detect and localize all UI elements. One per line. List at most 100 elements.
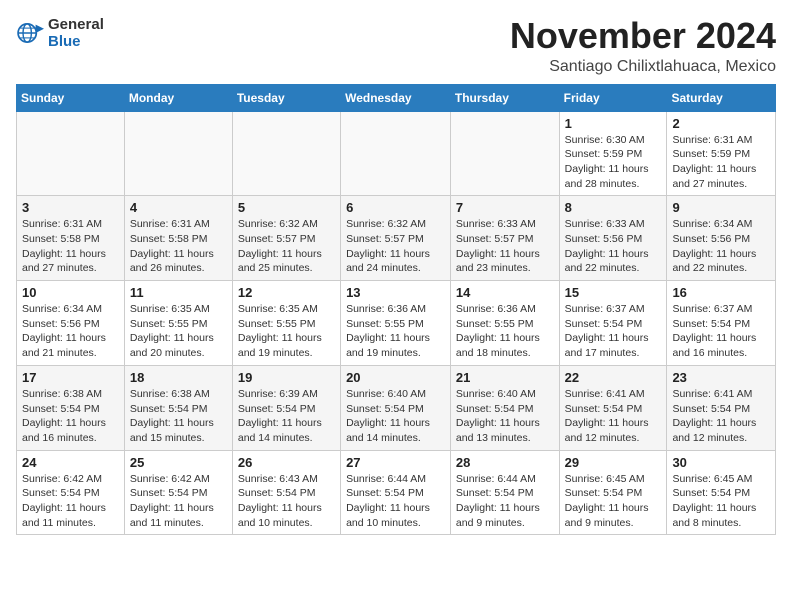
day-number: 3 (22, 200, 119, 215)
calendar-cell: 23 Sunrise: 6:41 AMSunset: 5:54 PMDayligh… (667, 365, 776, 450)
calendar-cell: 13 Sunrise: 6:36 AMSunset: 5:55 PMDayligh… (341, 281, 451, 366)
weekday-header-saturday: Saturday (667, 84, 776, 111)
calendar-week-3: 10Sunrise: 6:34 AMSunset: 5:56 PMDayligh… (17, 281, 776, 366)
day-number: 5 (238, 200, 335, 215)
logo: General Blue (16, 16, 104, 50)
calendar-cell: 22Sunrise: 6:41 AMSunset: 5:54 PMDayligh… (559, 365, 667, 450)
weekday-header-thursday: Thursday (450, 84, 559, 111)
day-info: Sunrise: 6:34 AMSunset: 5:56 PMDaylight:… (672, 217, 770, 276)
weekday-header-tuesday: Tuesday (232, 84, 340, 111)
day-number: 27 (346, 455, 445, 470)
day-number: 11 (130, 285, 227, 300)
logo-icon (16, 19, 44, 47)
day-info: Sunrise: 6:41 AMSunset: 5:54 PMDaylight:… (672, 387, 770, 446)
day-info: Sunrise: 6:32 AMSunset: 5:57 PMDaylight:… (346, 217, 445, 276)
day-number: 2 (672, 116, 770, 131)
day-number: 29 (565, 455, 662, 470)
day-info: Sunrise: 6:38 AMSunset: 5:54 PMDaylight:… (22, 387, 119, 446)
day-number: 9 (672, 200, 770, 215)
calendar-cell: 10Sunrise: 6:34 AMSunset: 5:56 PMDayligh… (17, 281, 125, 366)
calendar-cell: 1 Sunrise: 6:30 AMSunset: 5:59 PMDaylight… (559, 111, 667, 196)
day-number: 18 (130, 370, 227, 385)
location-title: Santiago Chilixtlahuaca, Mexico (510, 58, 776, 76)
calendar-cell: 21 Sunrise: 6:40 AMSunset: 5:54 PMDayligh… (450, 365, 559, 450)
calendar-cell: 20Sunrise: 6:40 AMSunset: 5:54 PMDayligh… (341, 365, 451, 450)
day-info: Sunrise: 6:44 AMSunset: 5:54 PMDaylight:… (346, 472, 445, 531)
calendar-cell: 15Sunrise: 6:37 AMSunset: 5:54 PMDayligh… (559, 281, 667, 366)
calendar-header: SundayMondayTuesdayWednesdayThursdayFrid… (17, 84, 776, 111)
day-info: Sunrise: 6:37 AMSunset: 5:54 PMDaylight:… (672, 302, 770, 361)
day-number: 6 (346, 200, 445, 215)
day-info: Sunrise: 6:45 AMSunset: 5:54 PMDaylight:… (565, 472, 662, 531)
logo-general: General (48, 16, 104, 33)
day-info: Sunrise: 6:31 AMSunset: 5:58 PMDaylight:… (22, 217, 119, 276)
day-number: 17 (22, 370, 119, 385)
calendar-cell: 12Sunrise: 6:35 AMSunset: 5:55 PMDayligh… (232, 281, 340, 366)
calendar-cell (124, 111, 232, 196)
calendar-cell: 30Sunrise: 6:45 AMSunset: 5:54 PMDayligh… (667, 450, 776, 535)
calendar-week-2: 3 Sunrise: 6:31 AMSunset: 5:58 PMDaylight… (17, 196, 776, 281)
day-number: 23 (672, 370, 770, 385)
calendar-cell (341, 111, 451, 196)
day-number: 21 (456, 370, 554, 385)
day-info: Sunrise: 6:30 AMSunset: 5:59 PMDaylight:… (565, 133, 662, 192)
day-number: 14 (456, 285, 554, 300)
calendar-cell: 2 Sunrise: 6:31 AMSunset: 5:59 PMDaylight… (667, 111, 776, 196)
calendar-cell: 18Sunrise: 6:38 AMSunset: 5:54 PMDayligh… (124, 365, 232, 450)
page-header: General Blue November 2024 Santiago Chil… (16, 16, 776, 76)
calendar-week-5: 24 Sunrise: 6:42 AMSunset: 5:54 PMDayligh… (17, 450, 776, 535)
day-number: 4 (130, 200, 227, 215)
day-number: 28 (456, 455, 554, 470)
day-info: Sunrise: 6:33 AMSunset: 5:57 PMDaylight:… (456, 217, 554, 276)
weekday-header-wednesday: Wednesday (341, 84, 451, 111)
day-info: Sunrise: 6:44 AMSunset: 5:54 PMDaylight:… (456, 472, 554, 531)
day-number: 24 (22, 455, 119, 470)
calendar-cell: 14 Sunrise: 6:36 AMSunset: 5:55 PMDayligh… (450, 281, 559, 366)
day-info: Sunrise: 6:39 AMSunset: 5:54 PMDaylight:… (238, 387, 335, 446)
logo-blue: Blue (48, 33, 104, 50)
day-info: Sunrise: 6:45 AMSunset: 5:54 PMDaylight:… (672, 472, 770, 531)
day-info: Sunrise: 6:32 AMSunset: 5:57 PMDaylight:… (238, 217, 335, 276)
day-info: Sunrise: 6:40 AMSunset: 5:54 PMDaylight:… (456, 387, 554, 446)
day-info: Sunrise: 6:42 AMSunset: 5:54 PMDaylight:… (22, 472, 119, 531)
calendar-cell: 6 Sunrise: 6:32 AMSunset: 5:57 PMDaylight… (341, 196, 451, 281)
day-number: 1 (565, 116, 662, 131)
calendar-cell: 19 Sunrise: 6:39 AMSunset: 5:54 PMDayligh… (232, 365, 340, 450)
day-number: 8 (565, 200, 662, 215)
calendar-cell: 4 Sunrise: 6:31 AMSunset: 5:58 PMDaylight… (124, 196, 232, 281)
calendar-cell: 28 Sunrise: 6:44 AMSunset: 5:54 PMDayligh… (450, 450, 559, 535)
calendar-cell (17, 111, 125, 196)
day-info: Sunrise: 6:33 AMSunset: 5:56 PMDaylight:… (565, 217, 662, 276)
calendar-cell: 17 Sunrise: 6:38 AMSunset: 5:54 PMDayligh… (17, 365, 125, 450)
calendar-cell: 29 Sunrise: 6:45 AMSunset: 5:54 PMDayligh… (559, 450, 667, 535)
calendar-cell: 5 Sunrise: 6:32 AMSunset: 5:57 PMDaylight… (232, 196, 340, 281)
calendar-cell: 7 Sunrise: 6:33 AMSunset: 5:57 PMDaylight… (450, 196, 559, 281)
day-number: 19 (238, 370, 335, 385)
day-number: 26 (238, 455, 335, 470)
weekday-header-sunday: Sunday (17, 84, 125, 111)
calendar-table: SundayMondayTuesdayWednesdayThursdayFrid… (16, 84, 776, 536)
calendar-cell: 8 Sunrise: 6:33 AMSunset: 5:56 PMDaylight… (559, 196, 667, 281)
day-info: Sunrise: 6:35 AMSunset: 5:55 PMDaylight:… (238, 302, 335, 361)
month-title: November 2024 (510, 16, 776, 56)
calendar-cell: 27 Sunrise: 6:44 AMSunset: 5:54 PMDayligh… (341, 450, 451, 535)
calendar-cell: 3 Sunrise: 6:31 AMSunset: 5:58 PMDaylight… (17, 196, 125, 281)
calendar-cell: 26 Sunrise: 6:43 AMSunset: 5:54 PMDayligh… (232, 450, 340, 535)
weekday-header-friday: Friday (559, 84, 667, 111)
day-info: Sunrise: 6:31 AMSunset: 5:58 PMDaylight:… (130, 217, 227, 276)
day-number: 7 (456, 200, 554, 215)
calendar-cell: 9 Sunrise: 6:34 AMSunset: 5:56 PMDaylight… (667, 196, 776, 281)
logo-text: General Blue (48, 16, 104, 50)
day-info: Sunrise: 6:31 AMSunset: 5:59 PMDaylight:… (672, 133, 770, 192)
day-number: 22 (565, 370, 662, 385)
calendar-cell: 11Sunrise: 6:35 AMSunset: 5:55 PMDayligh… (124, 281, 232, 366)
day-info: Sunrise: 6:36 AMSunset: 5:55 PMDaylight:… (456, 302, 554, 361)
day-info: Sunrise: 6:43 AMSunset: 5:54 PMDaylight:… (238, 472, 335, 531)
calendar-cell: 24 Sunrise: 6:42 AMSunset: 5:54 PMDayligh… (17, 450, 125, 535)
calendar-week-4: 17 Sunrise: 6:38 AMSunset: 5:54 PMDayligh… (17, 365, 776, 450)
calendar-week-1: 1 Sunrise: 6:30 AMSunset: 5:59 PMDaylight… (17, 111, 776, 196)
day-info: Sunrise: 6:40 AMSunset: 5:54 PMDaylight:… (346, 387, 445, 446)
calendar-cell: 16Sunrise: 6:37 AMSunset: 5:54 PMDayligh… (667, 281, 776, 366)
day-number: 13 (346, 285, 445, 300)
day-info: Sunrise: 6:36 AMSunset: 5:55 PMDaylight:… (346, 302, 445, 361)
